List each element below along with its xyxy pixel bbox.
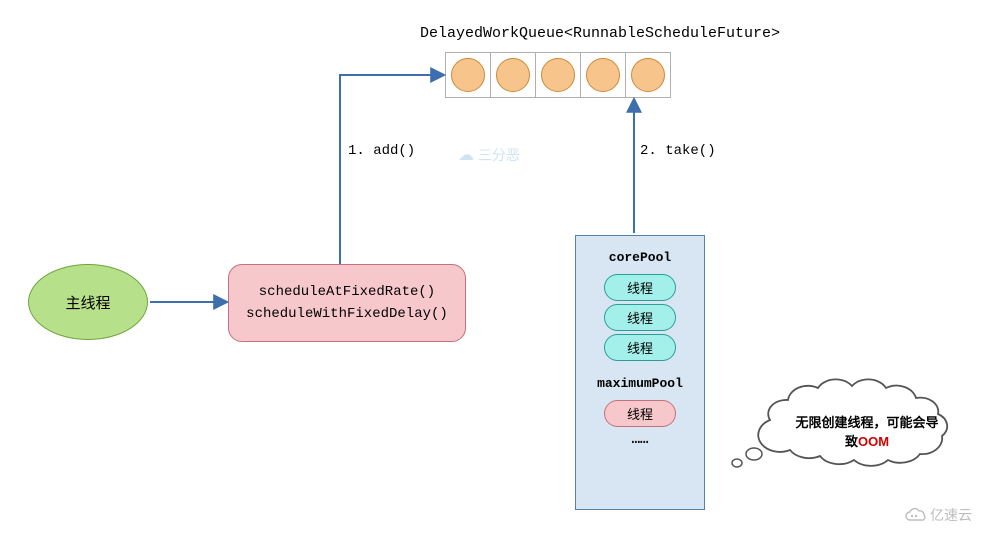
queue-cell	[580, 52, 626, 98]
max-thread-pill: 线程	[604, 400, 676, 427]
queue-task-icon	[586, 58, 620, 92]
watermark-corner: 亿速云	[904, 505, 972, 525]
watermark-center-text: 三分恶	[478, 147, 520, 163]
edge-take-label: 2. take()	[640, 143, 716, 159]
core-pool-label: corePool	[609, 250, 671, 265]
queue-task-icon	[451, 58, 485, 92]
thought-cloud-text: 无限创建线程，可能会导致OOM	[792, 412, 942, 450]
schedule-line1: scheduleAtFixedRate()	[259, 284, 435, 300]
delayed-work-queue	[445, 52, 671, 98]
watermark-corner-text: 亿速云	[930, 505, 972, 525]
thought-text-oom: OOM	[858, 434, 889, 449]
schedule-box: scheduleAtFixedRate() scheduleWithFixedD…	[228, 264, 466, 342]
queue-task-icon	[496, 58, 530, 92]
core-thread-pill: 线程	[604, 274, 676, 301]
main-thread-label: 主线程	[65, 292, 110, 313]
schedule-line2: scheduleWithFixedDelay()	[246, 306, 448, 322]
edge-add-label: 1. add()	[348, 143, 415, 159]
maximum-pool-label: maximumPool	[597, 376, 683, 391]
queue-task-icon	[541, 58, 575, 92]
cloud-icon	[904, 507, 926, 523]
queue-task-icon	[631, 58, 665, 92]
pool-ellipsis: ……	[632, 432, 649, 448]
main-thread-node: 主线程	[28, 264, 148, 340]
core-thread-pill: 线程	[604, 334, 676, 361]
watermark-center: ☁ 三分恶	[458, 145, 520, 165]
queue-cell	[445, 52, 491, 98]
core-thread-pill: 线程	[604, 304, 676, 331]
queue-cell	[490, 52, 536, 98]
queue-cell	[535, 52, 581, 98]
thread-pool: corePool 线程线程线程 maximumPool 线程 ……	[575, 235, 705, 510]
queue-cell	[625, 52, 671, 98]
queue-title: DelayedWorkQueue<RunnableScheduleFuture>	[420, 25, 780, 42]
